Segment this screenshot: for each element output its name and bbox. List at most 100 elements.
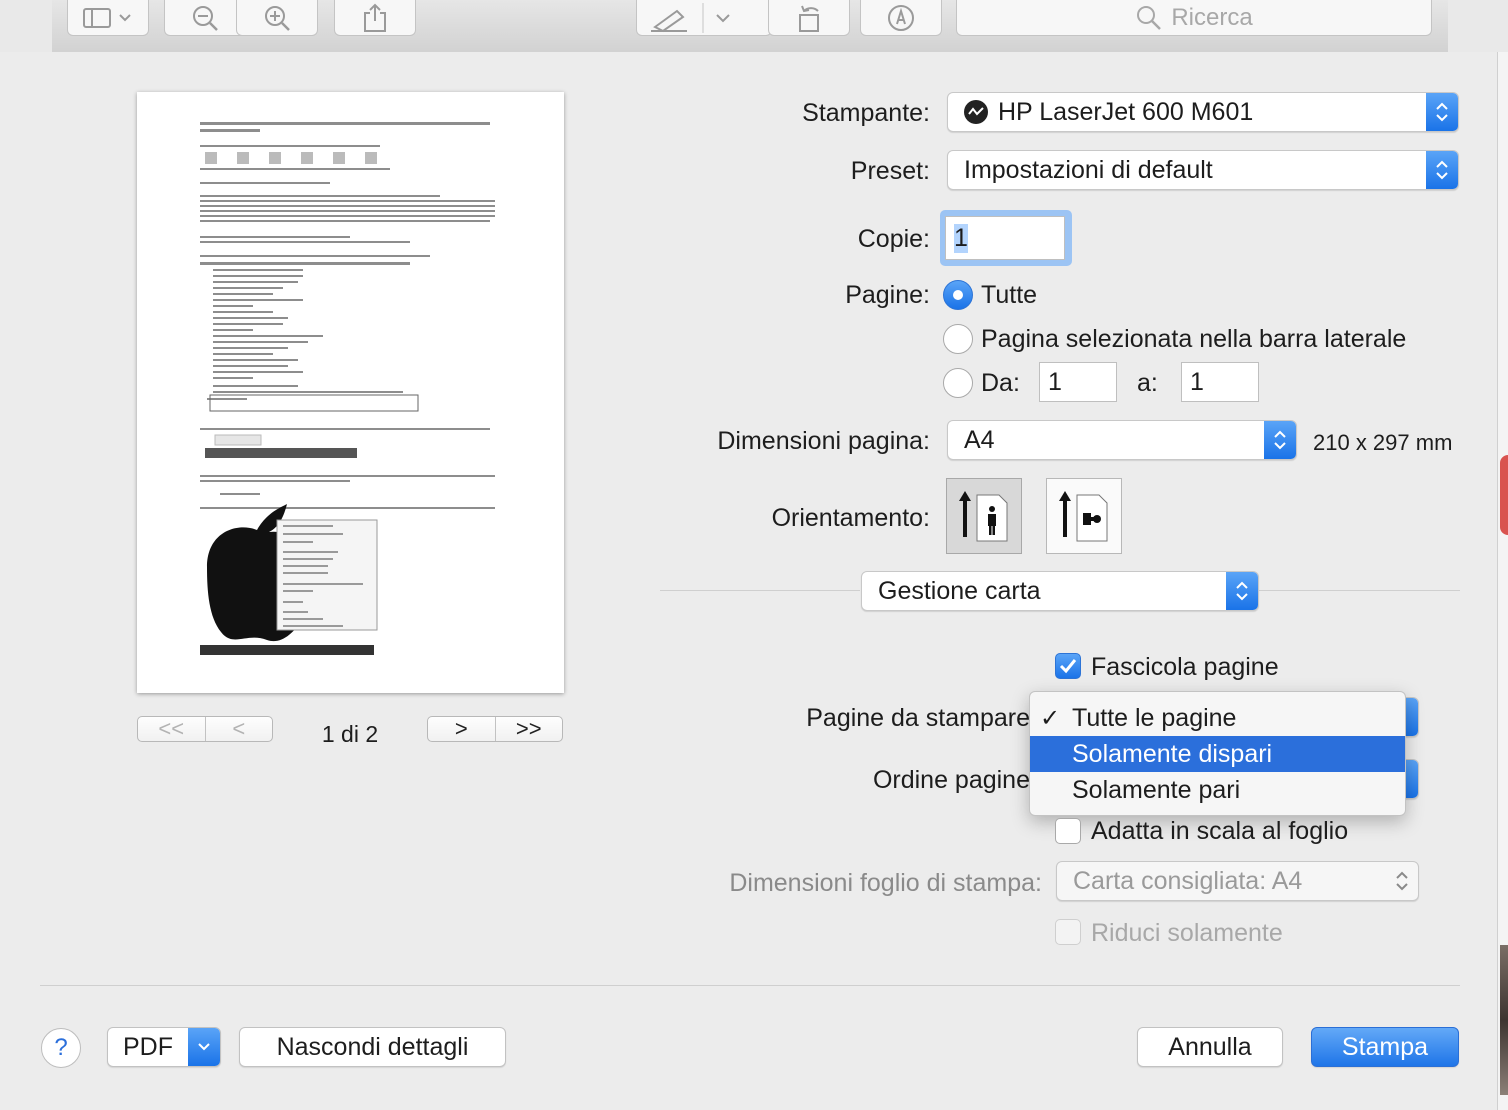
pages-to-field[interactable]: 1 (1181, 362, 1259, 402)
pages-label: Pagine: (845, 281, 930, 309)
pdf-label: PDF (123, 1032, 173, 1061)
markup-button[interactable] (860, 0, 942, 36)
section-separator-left (660, 590, 860, 591)
pages-to-print-label: Pagine da stampare (806, 704, 1030, 732)
pages-to-print-menu: ✓ Tutte le pagine Solamente dispari Sola… (1029, 691, 1406, 816)
pdf-menu-button[interactable]: PDF (107, 1027, 221, 1067)
hide-details-button[interactable]: Nascondi dettagli (239, 1027, 506, 1067)
scale-to-fit-label: Adatta in scala al foglio (1091, 817, 1349, 845)
zoom-in-button[interactable] (236, 0, 318, 36)
popup-arrows-icon (1226, 572, 1258, 610)
section-separator-right (1259, 590, 1460, 591)
pages-from-field[interactable]: 1 (1039, 362, 1117, 402)
first-page-button[interactable]: << (138, 716, 205, 741)
orientation-label: Orientamento: (771, 504, 930, 532)
zoom-out-button[interactable] (164, 0, 246, 36)
collate-checkbox[interactable] (1055, 653, 1081, 679)
printer-status-icon (964, 100, 988, 124)
sidebar-toggle-button[interactable] (67, 0, 149, 36)
next-page-button[interactable]: > (428, 716, 495, 741)
rotate-icon (799, 5, 819, 32)
pages-from-label: Da: (981, 369, 1020, 397)
pages-sidebar-label: Pagina selezionata nella barra laterale (981, 325, 1407, 353)
paper-size-popup[interactable]: A4 (947, 420, 1297, 460)
copies-label: Copie: (857, 225, 930, 253)
last-page-button[interactable]: >> (494, 716, 563, 741)
menu-item-label: Solamente dispari (1072, 739, 1273, 768)
preset-label: Preset: (850, 157, 930, 185)
copies-field[interactable]: 1 (945, 216, 1065, 260)
popup-arrows-icon (1386, 862, 1418, 900)
highlight-icon (651, 2, 730, 33)
scale-to-fit-checkbox[interactable] (1055, 818, 1081, 844)
hide-details-label: Nascondi dettagli (276, 1032, 469, 1061)
page-preview (137, 92, 564, 693)
landscape-orientation-icon (1059, 491, 1108, 542)
popup-arrows-icon (1426, 151, 1458, 189)
rotate-button[interactable] (768, 0, 850, 36)
reduce-only-checkbox[interactable] (1055, 919, 1081, 945)
menu-item-even-pages[interactable]: Solamente pari (1030, 772, 1405, 808)
pages-range-radio[interactable] (943, 368, 973, 398)
menu-item-label: Solamente pari (1072, 775, 1241, 804)
copies-value: 1 (954, 223, 968, 253)
reduce-only-label: Riduci solamente (1091, 919, 1283, 947)
checkmark-icon (1059, 659, 1077, 674)
chevron-down-icon (188, 1028, 220, 1066)
menu-item-label: Tutte le pagine (1072, 703, 1237, 732)
popup-arrows-icon (1426, 93, 1458, 131)
section-popup[interactable]: Gestione carta (861, 571, 1259, 611)
orientation-landscape-button[interactable] (1046, 478, 1122, 554)
search-placeholder: Ricerca (1171, 3, 1253, 31)
background-image-edge (1500, 945, 1508, 1095)
cancel-label: Annulla (1168, 1032, 1252, 1061)
page-order-label: Ordine pagine (872, 766, 1030, 794)
checkmark-icon: ✓ (1040, 704, 1061, 732)
search-field[interactable]: Ricerca (956, 0, 1432, 36)
printer-label: Stampante: (802, 99, 930, 127)
paper-size-dimensions: 210 x 297 mm (1313, 430, 1453, 455)
dest-paper-popup[interactable]: Carta consigliata: A4 (1056, 861, 1419, 901)
cancel-button[interactable]: Annulla (1137, 1027, 1283, 1067)
portrait-orientation-icon (959, 491, 1008, 542)
background-window-edge-right (1448, 0, 1508, 52)
dest-paper-label: Dimensioni foglio di stampa: (729, 869, 1042, 897)
zoom-out-icon (193, 5, 218, 31)
sidebar-icon (83, 7, 131, 28)
zoom-in-icon (265, 5, 290, 31)
printer-popup[interactable]: HP LaserJet 600 M601 (947, 92, 1459, 132)
share-button[interactable] (334, 0, 416, 36)
section-value: Gestione carta (878, 576, 1041, 605)
paper-size-label: Dimensioni pagina: (717, 427, 930, 455)
search-icon (1137, 5, 1162, 30)
help-label: ? (54, 1034, 68, 1061)
page-indicator: 1 di 2 (321, 721, 379, 747)
highlight-button[interactable] (636, 0, 772, 36)
collate-label: Fascicola pagine (1091, 653, 1279, 681)
pages-to-value: 1 (1190, 367, 1204, 396)
viewer-toolbar: Ricerca (52, 0, 1448, 53)
help-button[interactable]: ? (41, 1028, 81, 1068)
print-label: Stampa (1341, 1032, 1429, 1061)
preview-nav-back-group: << < (137, 716, 273, 742)
preset-popup[interactable]: Impostazioni di default (947, 150, 1459, 190)
printer-value: HP LaserJet 600 M601 (998, 97, 1254, 126)
pages-all-label: Tutte (981, 281, 1038, 309)
pages-from-value: 1 (1048, 367, 1062, 396)
preview-nav-forward-group: > >> (427, 716, 563, 742)
markup-icon (888, 4, 914, 31)
menu-item-odd-pages[interactable]: Solamente dispari (1030, 736, 1405, 772)
dest-paper-value: Carta consigliata: A4 (1073, 866, 1303, 895)
pages-all-radio[interactable] (943, 280, 973, 310)
orientation-portrait-button[interactable] (946, 478, 1022, 554)
pages-sidebar-radio[interactable] (943, 324, 973, 354)
print-button[interactable]: Stampa (1311, 1027, 1459, 1067)
paper-size-value: A4 (964, 425, 995, 454)
menu-item-all-pages[interactable]: ✓ Tutte le pagine (1030, 700, 1405, 736)
footer-separator (40, 985, 1460, 986)
background-window-edge (0, 0, 52, 52)
share-icon (364, 3, 386, 32)
previous-page-button[interactable]: < (204, 716, 273, 741)
preview-page-content (200, 122, 495, 655)
background-red-tab (1500, 455, 1508, 535)
